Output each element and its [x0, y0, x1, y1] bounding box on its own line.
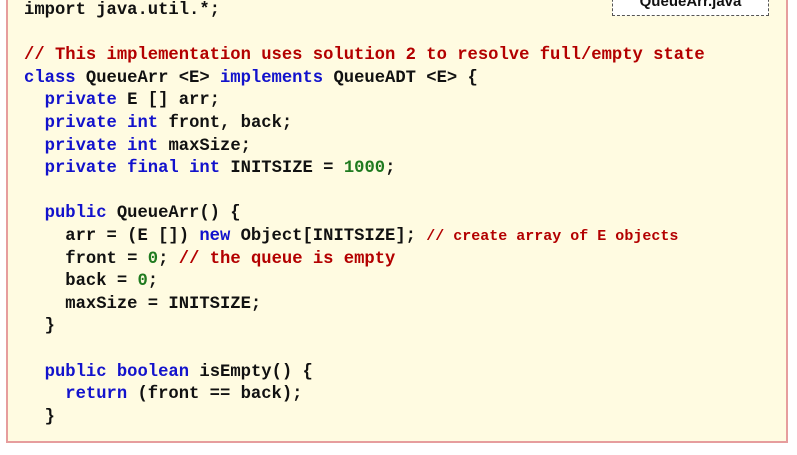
code-line: private int maxSize;	[24, 136, 705, 159]
code-line: }	[24, 316, 705, 339]
code-text: QueueArr() {	[106, 204, 241, 224]
code-keyword: private	[44, 136, 117, 156]
code-text: ;	[158, 249, 179, 269]
code-keyword: boolean	[116, 362, 190, 382]
code-line: public boolean isEmpty() {	[24, 362, 705, 385]
code-line: private E [] arr;	[24, 90, 705, 113]
code-keyword: final	[127, 159, 179, 179]
code-text: front =	[24, 249, 148, 269]
code-keyword: class	[24, 68, 76, 88]
code-line: maxSize = INITSIZE;	[24, 294, 705, 317]
code-block: import java.util.*; // This implementati…	[24, 0, 705, 429]
code-line: import java.util.*;	[24, 0, 705, 23]
code-comment: // This implementation uses solution 2 t…	[24, 46, 705, 66]
code-text: ;	[385, 159, 396, 179]
code-text: maxSize = INITSIZE;	[24, 294, 262, 314]
code-line: // This implementation uses solution 2 t…	[24, 45, 705, 68]
code-text: }	[24, 317, 55, 337]
code-keyword: implements	[219, 68, 324, 88]
code-text: E [] arr;	[116, 91, 220, 111]
code-line: class QueueArr <E> implements QueueADT <…	[24, 68, 705, 91]
code-keyword: int	[127, 113, 159, 133]
code-keyword: new	[199, 226, 231, 246]
code-number: 0	[147, 249, 159, 269]
code-text: back =	[24, 272, 138, 292]
code-text: QueueADT <E> {	[323, 68, 478, 88]
code-text: (front == back);	[127, 385, 303, 405]
file-name-label: QueueArr.java	[612, 0, 769, 16]
code-text: QueueArr <E>	[75, 68, 220, 88]
code-line: }	[24, 407, 705, 430]
code-line: public QueueArr() {	[24, 203, 705, 226]
code-keyword: private	[44, 91, 117, 111]
code-line: front = 0; // the queue is empty	[24, 249, 705, 272]
code-panel: import java.util.*; // This implementati…	[6, 0, 788, 443]
code-line: arr = (E []) new Object[INITSIZE]; // cr…	[24, 226, 705, 249]
code-line: back = 0;	[24, 271, 705, 294]
code-line: private final int INITSIZE = 1000;	[24, 158, 705, 181]
code-keyword: public	[44, 204, 107, 224]
code-text: import java.util.*;	[24, 1, 220, 20]
code-text: }	[24, 407, 55, 427]
code-text: INITSIZE =	[220, 159, 344, 179]
code-text: front, back;	[158, 113, 293, 133]
code-keyword: int	[127, 136, 159, 156]
code-keyword: private	[44, 159, 117, 179]
code-keyword: int	[189, 159, 221, 179]
code-comment: // the queue is empty	[178, 249, 396, 269]
code-number: 0	[137, 272, 148, 292]
code-text: ;	[147, 272, 159, 292]
code-line: return (front == back);	[24, 384, 705, 407]
code-keyword: private	[44, 113, 117, 133]
code-text: Object[INITSIZE];	[230, 226, 427, 246]
code-number: 1000	[343, 159, 386, 179]
code-text: arr = (E [])	[24, 226, 200, 246]
code-keyword: public	[44, 362, 107, 382]
code-text: isEmpty() {	[189, 362, 313, 382]
code-text: maxSize;	[158, 136, 251, 156]
code-line: private int front, back;	[24, 113, 705, 136]
code-keyword: return	[65, 385, 128, 405]
code-comment: // create array of E objects	[426, 227, 679, 245]
